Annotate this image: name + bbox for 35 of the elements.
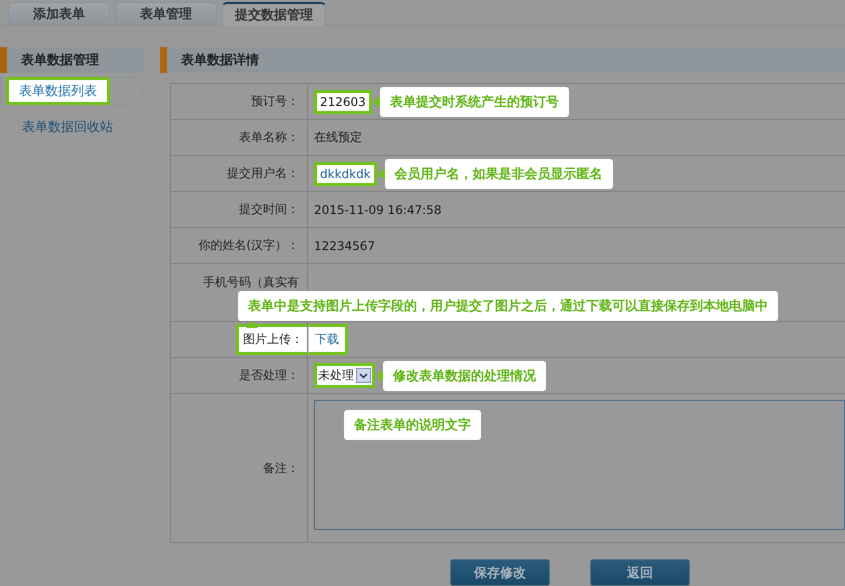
field-label: 预订号：	[251, 93, 299, 110]
callout-note: 表单提交时系统产生的预订号	[380, 86, 569, 116]
caret-icon	[356, 368, 371, 383]
field-value: 212603	[314, 90, 372, 114]
status-select[interactable]: 未处理	[314, 363, 375, 388]
back-button[interactable]: 返回	[590, 559, 690, 586]
value-link[interactable]: dkkdkdk	[314, 162, 377, 186]
pointer-icon	[378, 168, 385, 180]
section-header: 表单数据详情	[160, 47, 845, 73]
field-label: 图片上传：	[236, 324, 307, 355]
sidebar-header: 表单数据管理	[0, 47, 145, 73]
field-label: 提交用户名：	[227, 165, 299, 182]
field-label: 表单名称：	[239, 129, 299, 146]
callout-note: 修改表单数据的处理情况	[383, 360, 546, 390]
field-label: 是否处理：	[239, 367, 299, 384]
callout-note: 会员用户名，如果是非会员显示匿名	[384, 158, 613, 188]
pointer-icon	[372, 96, 380, 108]
field-label: 备注：	[263, 460, 299, 476]
field-value: 在线预定	[314, 129, 362, 146]
callout-note: 备注表单的说明文字	[344, 410, 481, 440]
tab[interactable]: 表单管理	[115, 2, 217, 25]
remarks-field[interactable]	[314, 400, 845, 530]
tab[interactable]: 添加表单	[8, 2, 110, 25]
field-label: 手机号码（真实有	[203, 274, 299, 291]
pointer-icon	[376, 370, 383, 382]
sidebar-item[interactable]: 表单数据回收站	[22, 118, 113, 136]
tab[interactable]: 提交数据管理	[222, 2, 326, 26]
field-label: 你的姓名(汉字）：	[198, 237, 299, 254]
pointer-icon	[246, 321, 258, 328]
value-link[interactable]: 下载	[308, 324, 348, 355]
field-value: 12234567	[314, 238, 376, 252]
save-button[interactable]: 保存修改	[450, 559, 550, 586]
field-value: 2015-11-09 16:47:58	[314, 202, 442, 216]
callout-note: 表单中是支持图片上传字段的，用户提交了图片之后，通过下载可以直接保存到本地电脑中	[238, 291, 778, 321]
field-label: 提交时间：	[239, 201, 299, 218]
